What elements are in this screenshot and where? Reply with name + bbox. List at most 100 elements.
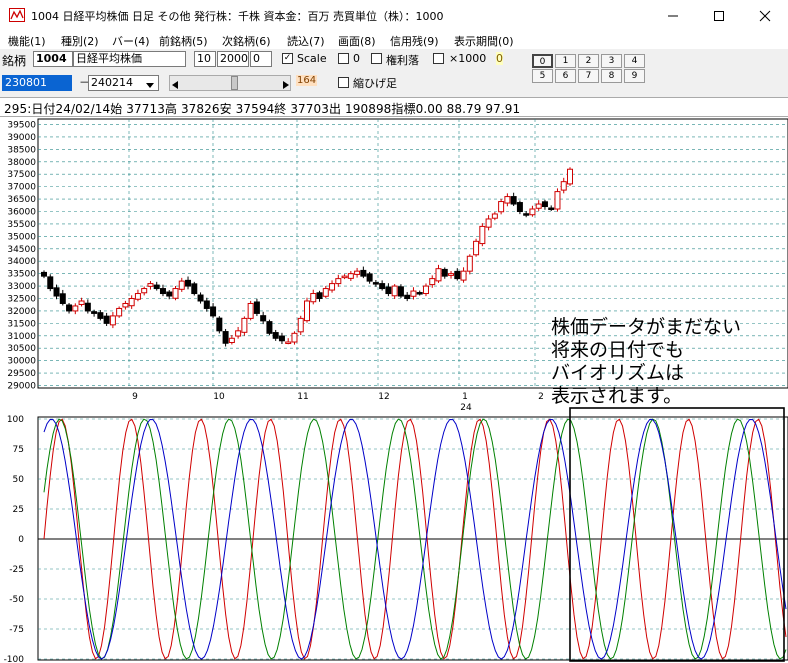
- candle: [498, 198, 505, 215]
- candle-body: [422, 285, 429, 295]
- price-tick-label: 32500: [7, 295, 36, 305]
- param1-input[interactable]: 10: [194, 51, 216, 67]
- zero-label: 0: [353, 52, 360, 65]
- zero-checkbox[interactable]: [338, 53, 349, 64]
- menu-shubetsu[interactable]: 種別(2): [61, 33, 99, 49]
- num-button-4[interactable]: 4: [624, 54, 645, 68]
- month-tick-label: 9: [132, 392, 138, 402]
- candle-body: [47, 276, 54, 290]
- candle: [116, 306, 123, 318]
- num-button-9[interactable]: 9: [624, 69, 645, 83]
- menu-bar-type[interactable]: バー(4): [112, 33, 150, 49]
- candle-body: [260, 315, 267, 322]
- menu-margin[interactable]: 信用残(9): [390, 33, 439, 49]
- x1000-checkbox[interactable]: [433, 53, 444, 64]
- candle-body: [203, 300, 210, 309]
- shrink-checkbox[interactable]: [338, 77, 349, 88]
- candle: [247, 300, 254, 321]
- candle-body: [178, 280, 185, 290]
- candle-body: [166, 291, 173, 297]
- maximize-button[interactable]: [696, 0, 742, 31]
- candle-body: [410, 290, 417, 297]
- from-date-input[interactable]: 230801: [2, 75, 72, 91]
- month-tick-label: 2: [538, 392, 544, 402]
- minimize-button[interactable]: [650, 0, 696, 31]
- candle-body: [429, 278, 436, 286]
- num-button-7[interactable]: 7: [578, 69, 599, 83]
- candle-body: [59, 293, 66, 304]
- menu-load[interactable]: 読込(7): [287, 33, 325, 49]
- scale-checkbox[interactable]: ✓: [282, 53, 293, 64]
- price-tick-label: 39500: [7, 120, 36, 130]
- candle-body: [141, 288, 148, 294]
- candle-body: [479, 225, 486, 245]
- candle: [241, 316, 248, 336]
- candle-body: [404, 294, 411, 300]
- candle-body: [116, 307, 123, 317]
- kenri-checkbox[interactable]: [371, 53, 382, 64]
- candle-body: [304, 300, 310, 322]
- candle-body: [228, 337, 235, 344]
- candle-body: [122, 302, 129, 308]
- candle: [304, 297, 310, 323]
- num-button-1[interactable]: 1: [555, 54, 576, 68]
- scroll-left-icon[interactable]: [172, 79, 178, 92]
- menu-kinou[interactable]: 機能(1): [8, 33, 46, 49]
- candle-body: [435, 268, 442, 282]
- num-button-3[interactable]: 3: [601, 54, 622, 68]
- candle-body: [454, 270, 461, 280]
- annotation-line-1: 株価データがまだない: [551, 316, 742, 338]
- kenri-label: 権利落: [386, 54, 419, 67]
- annotation-line-2: 将来の日付でも: [551, 339, 685, 361]
- num-button-2[interactable]: 2: [578, 54, 599, 68]
- candle-body: [241, 317, 248, 333]
- candle-body: [397, 286, 404, 297]
- candle-body: [103, 315, 110, 324]
- candle-body: [335, 278, 342, 285]
- param3-input[interactable]: 0: [250, 51, 272, 67]
- num-button-6[interactable]: 6: [555, 69, 576, 83]
- scroll-thumb[interactable]: [231, 76, 238, 90]
- candle: [466, 254, 473, 275]
- price-tick-label: 30000: [7, 357, 36, 367]
- candle-body: [297, 317, 304, 333]
- num-button-0[interactable]: 0: [532, 54, 553, 68]
- candle-body: [460, 270, 467, 281]
- price-tick-label: 38500: [7, 145, 36, 155]
- candle-body: [185, 279, 192, 287]
- price-tick-label: 30500: [7, 344, 36, 354]
- minimize-icon: [668, 15, 678, 16]
- close-button[interactable]: [742, 0, 788, 31]
- candle-body: [41, 271, 47, 277]
- x1000-value: 0: [496, 52, 503, 65]
- chevron-down-icon: [146, 79, 154, 92]
- candle-body: [291, 332, 298, 343]
- price-tick-label: 34500: [7, 245, 36, 255]
- candle-body: [554, 191, 561, 210]
- param2-input[interactable]: 2000: [217, 51, 249, 67]
- candle-body: [372, 282, 379, 285]
- candle-body: [441, 268, 448, 277]
- num-button-5[interactable]: 5: [532, 69, 553, 83]
- window-title: 1004 日経平均株価 日足 その他 発行株：千株 資本金：百万 売買単位（株）…: [31, 10, 444, 23]
- price-tick-label: 39000: [7, 133, 36, 143]
- candle-body: [391, 285, 398, 297]
- candle-body: [253, 301, 260, 314]
- bio-tick-label: 0: [18, 535, 24, 545]
- code-input[interactable]: 1004: [33, 51, 73, 67]
- name-field[interactable]: 日経平均株価: [73, 51, 186, 67]
- num-button-8[interactable]: 8: [601, 69, 622, 83]
- candle: [297, 315, 304, 336]
- candle-body: [66, 304, 73, 312]
- candle-body: [567, 168, 573, 185]
- period-scrollbar[interactable]: [169, 75, 291, 91]
- candle-body: [310, 293, 317, 303]
- price-tick-label: 29000: [7, 382, 36, 392]
- candle-body: [498, 201, 505, 213]
- menu-prev-stock[interactable]: 前銘柄(5): [159, 33, 208, 49]
- scroll-right-icon[interactable]: [283, 79, 289, 92]
- menu-display-period[interactable]: 表示期間(0): [454, 33, 514, 49]
- month-tick-label: 10: [213, 392, 225, 402]
- menu-next-stock[interactable]: 次銘柄(6): [222, 33, 271, 49]
- menu-screen[interactable]: 画面(8): [338, 33, 376, 49]
